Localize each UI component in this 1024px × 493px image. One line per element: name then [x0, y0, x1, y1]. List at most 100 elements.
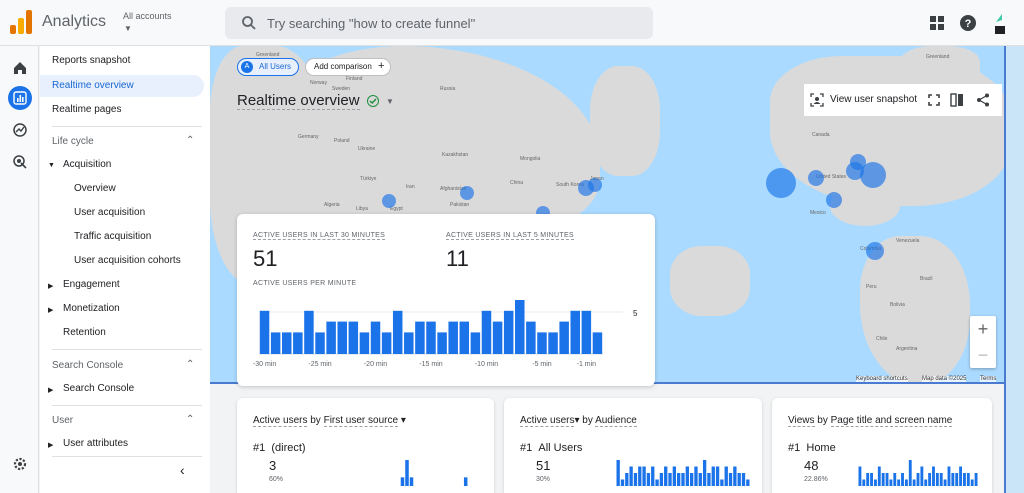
chart-bar: [492, 321, 503, 354]
home-button[interactable]: [8, 56, 32, 80]
sparkline-bar: [677, 473, 681, 486]
analytics-logo-icon: [10, 10, 32, 34]
user-snapshot-icon[interactable]: [810, 93, 824, 107]
map-label: Mexico: [810, 210, 826, 216]
fullscreen-icon[interactable]: [928, 94, 940, 106]
compare-columns-icon[interactable]: [950, 93, 964, 107]
map-label: Finland: [346, 76, 363, 82]
nav-overview[interactable]: Overview: [40, 178, 204, 200]
chart-bar: [281, 332, 292, 354]
nav-traffic-acquisition[interactable]: Traffic acquisition: [40, 226, 204, 248]
sparkline-bar: [400, 477, 405, 486]
add-comparison-button[interactable]: Add comparison +: [305, 58, 391, 76]
map-user-bubble[interactable]: [382, 194, 396, 208]
nav-realtime-pages[interactable]: Realtime pages: [40, 99, 204, 121]
chevron-up-icon[interactable]: ⌃: [186, 414, 194, 425]
active-30-label[interactable]: ACTIVE USERS IN LAST 30 MINUTES: [253, 232, 386, 240]
chart-bar: [470, 332, 481, 354]
chevron-up-icon[interactable]: ⌃: [186, 135, 194, 146]
nav-user-attributes[interactable]: User attributes: [40, 433, 204, 455]
active-users-per-minute-chart[interactable]: 5 -30 min -25 min -20 min -15 min -10 min -5 m…: [253, 292, 643, 376]
nav-reports-snapshot[interactable]: Reports snapshot: [40, 50, 204, 72]
chart-bar: [415, 321, 425, 354]
chart-x-tick: -5 min: [532, 361, 552, 368]
active-5-label[interactable]: ACTIVE USERS IN LAST 5 MINUTES: [446, 232, 574, 240]
sparkline-bar: [877, 466, 881, 486]
explore-button[interactable]: [8, 118, 32, 142]
account-caret-icon[interactable]: ▼: [124, 24, 132, 33]
sparkline-bar: [633, 473, 638, 486]
search-bar[interactable]: Try searching "how to create funnel": [225, 7, 653, 39]
dropdown-caret-icon[interactable]: ▾: [398, 415, 406, 426]
sparkline-bar: [689, 473, 694, 486]
sparkline-bar: [885, 473, 889, 486]
advertising-icon: [13, 155, 27, 169]
land-central-america: [830, 186, 900, 226]
sparkline-bar: [893, 473, 897, 486]
sparkline-bar: [858, 466, 862, 486]
sparkline-bar: [629, 466, 633, 486]
chart-x-tick: -30 min: [253, 361, 276, 368]
zoom-out-button[interactable]: −: [970, 342, 996, 368]
chart-bar: [570, 310, 581, 354]
advertising-button[interactable]: [8, 150, 32, 174]
nav-realtime-overview[interactable]: Realtime overview: [40, 75, 204, 97]
chart-bar: [270, 332, 281, 354]
nav-section-lifecycle[interactable]: Life cycle: [52, 136, 94, 147]
chart-bar: [503, 310, 514, 354]
help-icon[interactable]: ?: [959, 14, 977, 32]
map-user-bubble[interactable]: [766, 168, 796, 198]
map-user-bubble[interactable]: [850, 154, 866, 170]
apps-grid-icon[interactable]: [928, 14, 946, 32]
sparkline-bar: [924, 479, 928, 486]
land-east-asia: [590, 66, 660, 176]
map-user-bubble[interactable]: [826, 192, 842, 208]
nav-search-console[interactable]: Search Console: [40, 378, 204, 400]
page-title[interactable]: Realtime overview: [237, 92, 360, 110]
card-top-value: 51: [536, 458, 551, 473]
chart-x-tick: -20 min: [364, 361, 387, 368]
segment-chip-all-users[interactable]: A All Users: [237, 58, 299, 76]
card-title[interactable]: Views by Page title and screen name: [788, 415, 953, 427]
sparkline-bar: [698, 473, 702, 486]
map-edge: [1004, 46, 1024, 493]
title-caret-icon[interactable]: ▼: [386, 97, 394, 106]
chart-bar: [337, 321, 347, 354]
nav-acquisition[interactable]: Acquisition: [40, 154, 204, 176]
nav-user-acquisition-cohorts[interactable]: User acquisition cohorts: [40, 250, 204, 272]
nav-monetization[interactable]: Monetization: [40, 298, 204, 320]
search-input[interactable]: Try searching "how to create funnel": [267, 16, 475, 31]
nav-divider: [52, 126, 202, 127]
chart-bar: [381, 332, 392, 354]
map-label: Chile: [876, 336, 888, 342]
collapse-nav-chevron-icon[interactable]: ‹: [180, 462, 185, 478]
nav-retention[interactable]: Retention: [40, 322, 204, 344]
account-selector[interactable]: All accounts: [123, 11, 172, 21]
map-user-bubble[interactable]: [808, 170, 824, 186]
sparkline-bar: [707, 473, 711, 486]
map-label: Argentina: [896, 346, 918, 352]
terms-link[interactable]: Terms: [980, 376, 997, 382]
nav-user-acquisition[interactable]: User acquisition: [40, 202, 204, 224]
nav-engagement[interactable]: Engagement: [40, 274, 204, 296]
view-user-snapshot-button[interactable]: View user snapshot: [830, 94, 917, 105]
share-icon[interactable]: [976, 93, 990, 107]
card-title[interactable]: Active users by First user source ▾: [253, 415, 406, 427]
app-title: Analytics: [42, 13, 107, 30]
chevron-up-icon[interactable]: ⌃: [186, 359, 194, 370]
map-user-bubble[interactable]: [588, 178, 602, 192]
keyboard-shortcuts-link[interactable]: Keyboard shortcuts: [856, 376, 908, 382]
account-avatar-icon[interactable]: [992, 12, 1008, 36]
nav-section-search-console[interactable]: Search Console: [52, 360, 123, 371]
sparkline-bar: [959, 466, 963, 486]
reports-button[interactable]: [8, 86, 32, 110]
sparkline-bar: [932, 466, 935, 486]
card-top-value: 48: [804, 458, 819, 473]
map-user-bubble[interactable]: [866, 242, 884, 260]
card-title[interactable]: Active users▾ by Audience: [520, 415, 637, 427]
map-user-bubble[interactable]: [460, 186, 474, 200]
chart-x-tick: -10 min: [475, 361, 498, 368]
zoom-in-button[interactable]: +: [970, 316, 996, 342]
settings-gear-icon[interactable]: [12, 456, 28, 472]
nav-section-user[interactable]: User: [52, 415, 73, 426]
